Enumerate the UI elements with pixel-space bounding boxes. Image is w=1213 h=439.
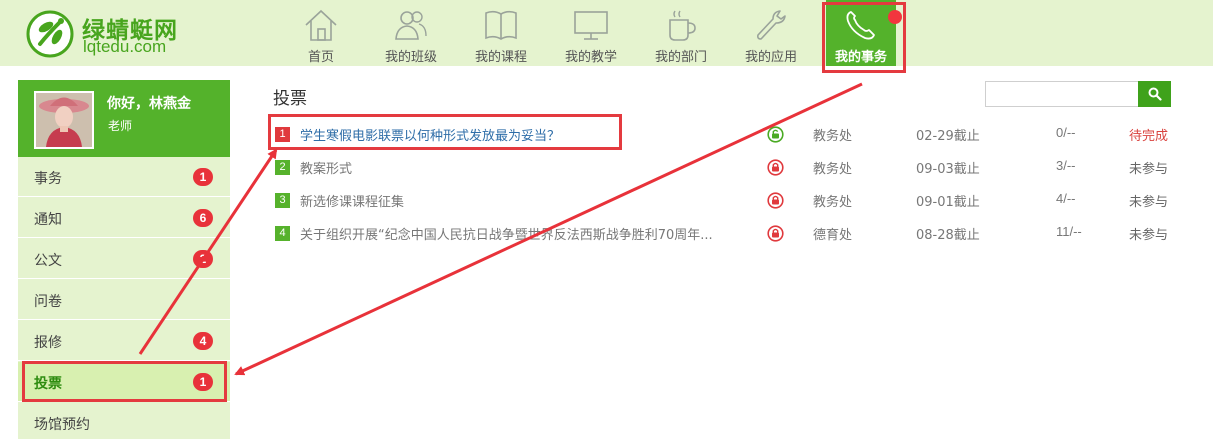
sidebar-item-label: 问卷 bbox=[34, 294, 62, 310]
deadline: 09-03截止 bbox=[916, 162, 980, 177]
home-icon bbox=[305, 9, 337, 41]
annotation-box-voting bbox=[22, 361, 227, 402]
lock-icon bbox=[767, 159, 784, 176]
department: 教务处 bbox=[813, 162, 853, 177]
user-role: 老师 bbox=[108, 119, 133, 133]
sidebar-item-affairs[interactable]: 事务 1 bbox=[18, 157, 230, 197]
user-greeting: 你好，林燕金 bbox=[107, 96, 191, 112]
nav-label: 我的教学 bbox=[564, 50, 617, 65]
sidebar-item-label: 通知 bbox=[34, 212, 62, 228]
logo-name-en: lqtedu.com bbox=[83, 37, 167, 56]
deadline: 08-28截止 bbox=[916, 228, 980, 243]
count-badge: 4 bbox=[193, 332, 213, 350]
row-index: 2 bbox=[275, 160, 290, 175]
sidebar-item-label: 事务 bbox=[34, 171, 62, 187]
vote-title[interactable]: 教案形式 bbox=[300, 158, 760, 177]
row-index: 4 bbox=[275, 226, 290, 241]
annotation-box-nav bbox=[822, 2, 906, 73]
avatar-photo-icon bbox=[36, 93, 92, 147]
sidebar-item-venue-booking[interactable]: 场馆预约 bbox=[18, 403, 230, 439]
nav-label: 首页 bbox=[307, 50, 334, 65]
people-icon bbox=[395, 11, 427, 40]
deadline: 09-01截止 bbox=[916, 195, 980, 210]
nav-label: 我的部门 bbox=[654, 50, 707, 65]
site-logo[interactable]: 绿蜻蜓网 lqtedu.com bbox=[26, 10, 196, 58]
participant-count: 11/-- bbox=[1056, 224, 1082, 239]
department: 教务处 bbox=[813, 129, 853, 144]
search-input[interactable] bbox=[985, 81, 1139, 107]
nav-label: 我的应用 bbox=[744, 50, 797, 65]
department: 德育处 bbox=[813, 228, 853, 243]
vote-title[interactable]: 关于组织开展“纪念中国人民抗日战争暨世界反法西斯战争胜利70周年... bbox=[300, 224, 760, 243]
sidebar-item-surveys[interactable]: 问卷 bbox=[18, 280, 230, 320]
lock-icon bbox=[767, 225, 784, 242]
annotation-box-vote-row bbox=[268, 114, 622, 150]
status-label: 未参与 bbox=[1129, 195, 1169, 210]
sidebar-item-label: 报修 bbox=[34, 335, 62, 351]
nav-my-course[interactable]: 我的课程 bbox=[466, 0, 536, 66]
table-row[interactable]: 3 新选修课课程征集 教务处 09-01截止 4/-- 未参与 bbox=[273, 182, 1173, 215]
participant-count: 3/-- bbox=[1056, 158, 1076, 173]
participant-count: 0/-- bbox=[1056, 125, 1076, 140]
sidebar-item-repairs[interactable]: 报修 4 bbox=[18, 321, 230, 361]
table-row[interactable]: 4 关于组织开展“纪念中国人民抗日战争暨世界反法西斯战争胜利70周年... 德育… bbox=[273, 215, 1173, 248]
sidebar-item-label: 公文 bbox=[34, 253, 62, 269]
user-profile: 你好，林燕金 老师 bbox=[18, 80, 230, 157]
coffee-cup-icon bbox=[669, 10, 696, 41]
count-badge: 2 bbox=[193, 250, 213, 268]
nav-label: 我的课程 bbox=[474, 50, 527, 65]
participant-count: 4/-- bbox=[1056, 191, 1076, 206]
sidebar-item-documents[interactable]: 公文 2 bbox=[18, 239, 230, 279]
avatar[interactable] bbox=[34, 91, 94, 149]
sidebar-item-notices[interactable]: 通知 6 bbox=[18, 198, 230, 238]
nav-my-class[interactable]: 我的班级 bbox=[376, 0, 446, 66]
page-title: 投票 bbox=[273, 89, 307, 109]
sidebar-item-label: 场馆预约 bbox=[34, 417, 90, 433]
search-icon bbox=[1148, 87, 1162, 101]
vote-title[interactable]: 新选修课课程征集 bbox=[300, 191, 760, 210]
wrench-icon bbox=[757, 10, 786, 40]
count-badge: 6 bbox=[193, 209, 213, 227]
nav-my-apps[interactable]: 我的应用 bbox=[736, 0, 806, 66]
count-badge: 1 bbox=[193, 168, 213, 186]
monitor-icon bbox=[574, 11, 608, 40]
lock-icon bbox=[767, 192, 784, 209]
search-button[interactable] bbox=[1138, 81, 1171, 107]
nav-my-department[interactable]: 我的部门 bbox=[646, 0, 716, 66]
row-index: 3 bbox=[275, 193, 290, 208]
nav-label: 我的班级 bbox=[384, 50, 437, 65]
unlock-icon bbox=[767, 126, 784, 143]
status-label: 未参与 bbox=[1129, 228, 1169, 243]
book-icon bbox=[485, 10, 517, 40]
table-row[interactable]: 2 教案形式 教务处 09-03截止 3/-- 未参与 bbox=[273, 149, 1173, 182]
nav-my-teaching[interactable]: 我的教学 bbox=[556, 0, 626, 66]
dragonfly-logo-icon bbox=[26, 10, 74, 58]
status-label: 未参与 bbox=[1129, 162, 1169, 177]
status-label: 待完成 bbox=[1129, 129, 1169, 144]
nav-home[interactable]: 首页 bbox=[286, 0, 356, 66]
deadline: 02-29截止 bbox=[916, 129, 980, 144]
top-header: 绿蜻蜓网 lqtedu.com 首页 我的班级 我的课程 我的教学 我的部门 我… bbox=[0, 0, 1213, 66]
department: 教务处 bbox=[813, 195, 853, 210]
